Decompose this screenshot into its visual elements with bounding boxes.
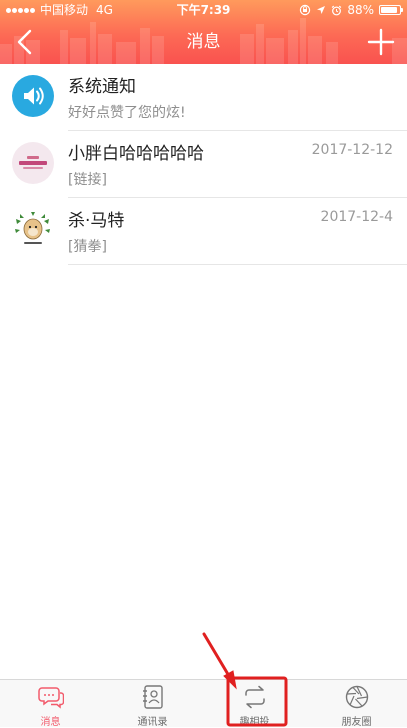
add-button[interactable] bbox=[367, 28, 395, 56]
battery-icon bbox=[379, 5, 403, 15]
message-item-system-notice[interactable]: 系统通知 好好点赞了您的炫! bbox=[0, 64, 407, 131]
message-date: 2017-12-12 bbox=[311, 142, 393, 158]
tab-moments[interactable]: 朋友圈 bbox=[306, 680, 407, 728]
page-title: 消息 bbox=[186, 32, 221, 52]
status-right: 88% bbox=[299, 0, 403, 20]
location-arrow-icon bbox=[317, 6, 326, 14]
hamster-avatar-image bbox=[15, 212, 50, 244]
pink-text-avatar-image bbox=[19, 156, 47, 169]
bottom-tab-bar: 消息 通讯录 趣相投 朋友圈 bbox=[0, 679, 407, 728]
message-item-shamate[interactable]: 杀·马特 [猜拳] 2017-12-4 bbox=[0, 198, 407, 265]
message-preview: [链接] bbox=[68, 172, 107, 188]
chat-bubbles-icon bbox=[37, 687, 64, 709]
header: 中国移动 4G 下午7:39 88% 消息 bbox=[0, 0, 407, 64]
megaphone-icon bbox=[24, 87, 44, 105]
message-list: 系统通知 好好点赞了您的炫! 小胖白哈哈哈哈哈 [链接] 2017-12-12 bbox=[0, 64, 407, 265]
message-date: 2017-12-4 bbox=[320, 209, 393, 225]
aperture-icon bbox=[345, 685, 368, 709]
plus-icon bbox=[367, 28, 395, 56]
system-notice-avatar bbox=[12, 75, 54, 117]
message-preview: 好好点赞了您的炫! bbox=[68, 105, 186, 121]
navigation-bar: 消息 bbox=[0, 20, 407, 64]
battery-level-fill bbox=[381, 7, 397, 13]
tab-label: 消息 bbox=[40, 717, 61, 728]
tab-contacts[interactable]: 通讯录 bbox=[102, 680, 203, 728]
message-item-xiaopangbai[interactable]: 小胖白哈哈哈哈哈 [链接] 2017-12-12 bbox=[0, 131, 407, 198]
contacts-book-icon bbox=[142, 685, 163, 709]
message-sender-name: 小胖白哈哈哈哈哈 bbox=[68, 144, 204, 164]
message-preview: [猜拳] bbox=[68, 239, 107, 255]
tab-label: 朋友圈 bbox=[341, 717, 372, 728]
battery-percentage: 88% bbox=[347, 3, 374, 17]
lock-rotation-icon bbox=[300, 4, 311, 16]
alarm-clock-icon bbox=[332, 5, 342, 15]
message-sender-name: 系统通知 bbox=[68, 77, 136, 97]
tab-messages[interactable]: 消息 bbox=[0, 680, 101, 728]
tab-label: 趣相投 bbox=[239, 717, 270, 728]
swap-arrows-icon bbox=[244, 685, 265, 709]
message-sender-name: 杀·马特 bbox=[68, 211, 125, 231]
tab-label: 通讯录 bbox=[137, 717, 168, 728]
status-bar: 中国移动 4G 下午7:39 88% bbox=[0, 0, 407, 20]
tab-quxiangtou[interactable]: 趣相投 bbox=[204, 680, 305, 728]
pink-text-avatar bbox=[12, 142, 54, 184]
hamster-avatar bbox=[12, 209, 54, 251]
